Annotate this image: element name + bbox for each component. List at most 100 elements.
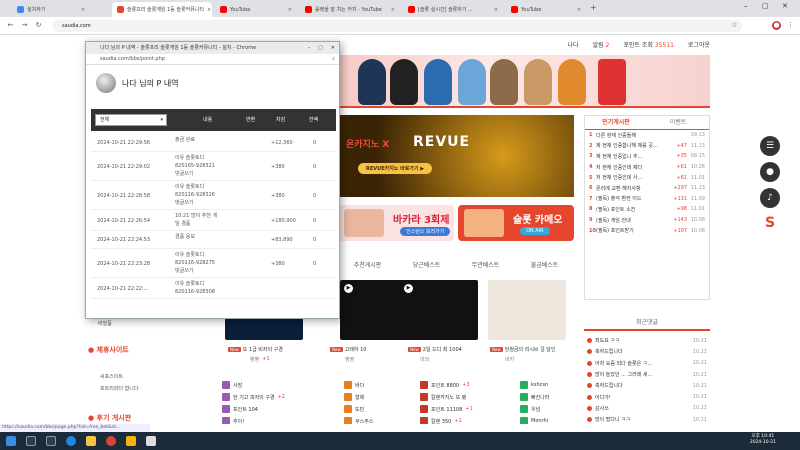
post-list-item[interactable]: 빠진나라 [520,393,552,401]
partner-link[interactable]: 씨포스이트 [100,373,123,380]
category-tab[interactable]: 추천게시판 [354,260,382,269]
ranking-item[interactable]: 8 (필독) 포인트 소진 +98 11.01 [585,204,709,215]
promo-button[interactable]: REVUE카지노 바로가기 ▶ [358,163,433,174]
task-view-icon[interactable] [46,436,56,446]
file-explorer-icon[interactable] [86,436,96,446]
comment-item[interactable]: 축하드립니다 10.21 [584,346,710,357]
ranking-item[interactable]: 9 (필독) 게임 안내 +143 10.08 [585,215,709,226]
video-thumbnail[interactable]: ▶ [400,280,478,340]
thumbnail-caption[interactable]: New 고래하 10 [330,346,410,353]
close-icon[interactable]: × [491,7,498,13]
back-icon[interactable]: ← [6,21,15,30]
browser-tab[interactable]: 룰렛을 잘 치는 카지 - YouTube × [300,2,400,17]
my-menu-link[interactable]: 나다 [568,40,579,49]
browser-tab[interactable]: 슬롯프리 슬롯게임 1등 슬롯커뮤니티 × [112,2,212,17]
ranking-item[interactable]: 3제 현재 인증입니 추... +35 08.15 [585,151,709,162]
ranking-item[interactable]: 1 다른 현재 인증들해 09.13 [585,130,709,141]
comment-item[interactable]: 축하드립니다 10.21 [584,380,710,391]
promo-button[interactable]: 인스턴스 보러가기 [400,227,451,236]
comment-item[interactable]: 많이 땄다니 ㅋㅋ 10.21 [584,414,710,424]
close-icon[interactable]: ✕ [331,42,335,54]
baccarat-promo-banner[interactable]: 바카라 3회제 인스턴스 보러가기 [338,205,454,241]
promo-button[interactable]: ON AIR [520,227,550,235]
bell-float-button[interactable]: ♪ [760,188,780,208]
point-link[interactable]: 포인트 조회 35511 [623,40,674,49]
ranking-item[interactable]: 10 (필독) 포인트받기 +107 10.08 [585,225,709,236]
close-icon[interactable]: × [204,7,211,13]
tab-event[interactable]: 이벤트 [647,116,709,129]
post-list-item[interactable]: 또민 [344,405,367,413]
app-icon[interactable] [126,436,136,446]
site-logo-float-button[interactable]: S [760,213,780,233]
comment-item[interactable]: 어다가! 10.21 [584,391,710,402]
slot-cameo-promo-banner[interactable]: 슬롯 카메오 ON AIR [458,205,574,241]
post-list-item[interactable]: 포인트 8800 +3 [420,381,470,389]
thumbnail-caption[interactable]: New 당첨금의 리시브 걸 달인 [490,346,570,353]
alarm-link[interactable]: 알림 2 [593,40,610,49]
chrome-icon[interactable] [106,436,116,446]
post-list-item[interactable]: 포인트 104 [222,405,261,413]
minimize-button[interactable]: – [744,2,748,10]
post-list-item[interactable]: 사장 [222,381,245,389]
profile-icon[interactable]: ● [772,21,781,30]
ranking-item[interactable]: 2제 현재 인증합니해 제를 곳... +47 11.13 [585,141,709,152]
close-icon[interactable]: × [574,7,581,13]
category-tab[interactable]: 무관베스트 [472,260,500,269]
post-list-item[interactable]: Monrhi [520,417,551,424]
filter-select[interactable]: 전체 ▾ [95,114,167,126]
category-tab[interactable]: 당근베스트 [413,260,441,269]
post-list-item[interactable]: 쿠스주스 [344,417,376,424]
search-icon[interactable] [26,436,36,446]
address-bar[interactable]: saudia.com [52,20,742,32]
close-icon[interactable]: × [285,7,292,13]
post-list-item[interactable]: 추이! [222,417,247,424]
edge-icon[interactable] [66,436,76,446]
partner-link[interactable]: 포트리와더 합니다 [100,385,138,392]
post-list-item[interactable]: 칼렌 350 +1 [420,417,462,424]
ranking-item[interactable]: 7 (필독) 출석 환전 이드 +131 11.09 [585,194,709,205]
browser-tab[interactable]: YouTube × [215,2,297,17]
search-icon[interactable]: ⌕ [332,54,335,65]
maximize-icon[interactable]: ▢ [318,42,323,54]
browser-tab[interactable]: YouTube × [506,2,586,17]
post-list-item[interactable]: 포인트 11108 +1 [420,405,473,413]
maximize-button[interactable]: ▢ [762,2,769,10]
post-list-item[interactable]: 바다 [344,381,367,389]
post-list-item[interactable]: 우넘 [520,405,543,413]
category-tab[interactable]: 불금베스트 [531,260,559,269]
close-icon[interactable]: × [78,7,85,13]
ranking-item[interactable]: 6 몬리에 교환 해지사항 +297 11.13 [585,183,709,194]
minimize-icon[interactable]: – [308,42,311,54]
post-list-item[interactable]: 칼렌카지노 또 됐 [420,393,469,401]
system-clock[interactable]: 오후 10:41 2024-10-21 [750,434,776,446]
thumbnail-caption[interactable]: New 2일 드디 최 1004 [408,346,488,353]
post-list-item[interactable]: 형제 [344,393,367,401]
logout-link[interactable]: 로그아웃 [688,40,710,49]
forward-icon[interactable]: → [20,21,29,30]
tab-popular[interactable]: 인기게시판 [585,116,647,129]
close-icon[interactable]: × [388,7,395,13]
post-list-item[interactable]: kshcsn [520,381,551,389]
app-icon[interactable] [146,436,156,446]
ranking-item[interactable]: 4저 현재 인증인데 제다 +61 10.26 [585,162,709,173]
star-icon[interactable]: ☆ [730,21,739,30]
revue-promo-banner[interactable]: 온카지노 X REVUE REVUE카지노 바로가기 ▶ [338,115,574,197]
new-tab-button[interactable]: + [590,3,597,12]
comment-item[interactable]: 죄도요 ㅋㅋ 10.21 [584,335,710,346]
left-badge[interactable]: 비밀품 [98,320,112,327]
food-thumbnail[interactable] [488,280,566,340]
post-list-item[interactable]: 한 기고 피자의 구경 +2 [222,393,285,401]
reload-icon[interactable]: ↻ [34,21,43,30]
browser-tab[interactable]: 설치하기 × [12,2,90,17]
thumbnail-caption[interactable]: New 또 1급 비자의 구경 [228,346,308,353]
comment-item[interactable]: 어차 요즘 되다 슬롯은 ㅋ... 10.21 [584,358,710,369]
comment-item[interactable]: 많이 놀았던 ... 그러래 세... 10.21 [584,369,710,380]
browser-tab[interactable]: [슬롯 실시간] 슬롯하기 ... × [403,2,503,17]
menu-icon[interactable]: ⋮ [786,21,795,30]
comment-item[interactable]: 감사쓰 10.21 [584,403,710,414]
menu-float-button[interactable]: ☰ [760,136,780,156]
mascot-banner[interactable] [338,55,710,108]
windows-start-icon[interactable] [6,436,16,446]
ranking-item[interactable]: 5저 현재 인증인데 사... +61 11.01 [585,172,709,183]
close-window-button[interactable]: ✕ [782,2,788,10]
